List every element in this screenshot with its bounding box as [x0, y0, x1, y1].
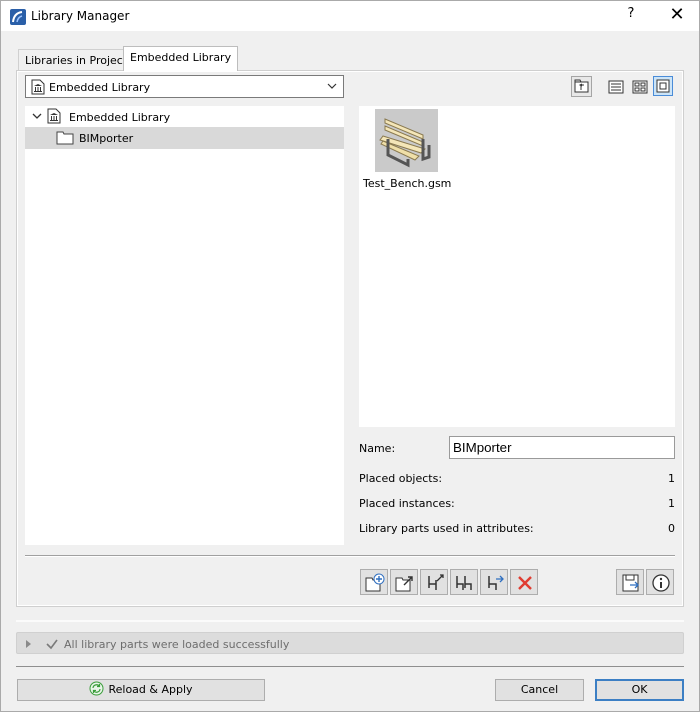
folder-add-icon: [365, 573, 385, 592]
chair-move-icon: [488, 575, 504, 590]
go-up-folder-button[interactable]: [571, 76, 592, 97]
bench-thumbnail-icon[interactable]: [375, 109, 438, 172]
ok-button[interactable]: OK: [595, 679, 684, 701]
placed-instances-label: Placed instances:: [359, 497, 455, 510]
chevron-down-icon[interactable]: [32, 111, 42, 121]
list-view-button[interactable]: [606, 77, 626, 97]
window-title: Library Manager: [31, 9, 130, 23]
tree-item-embedded-library[interactable]: Embedded Library: [25, 106, 344, 128]
folder-export-icon: [395, 576, 413, 592]
small-icons-view-button[interactable]: [630, 77, 650, 97]
name-label: Name:: [359, 442, 396, 455]
help-button[interactable]: ?: [621, 6, 641, 21]
cancel-button[interactable]: Cancel: [495, 679, 584, 701]
delete-button[interactable]: [510, 569, 538, 595]
duplicate-objects-button[interactable]: [450, 569, 478, 595]
title-bar: Library Manager ? ✕: [0, 0, 700, 31]
list-view-icon: [608, 80, 624, 94]
chevron-down-icon: [327, 83, 337, 89]
checkmark-icon: [46, 639, 58, 650]
close-button[interactable]: ✕: [665, 4, 689, 25]
delete-x-icon: [518, 576, 532, 590]
status-text: All library parts were loaded successful…: [64, 638, 290, 651]
preview-item-label: Test_Bench.gsm: [363, 177, 452, 190]
placed-objects-label: Placed objects:: [359, 472, 443, 485]
embedded-library-icon: [31, 79, 45, 95]
folder-icon: [56, 131, 74, 145]
library-tree[interactable]: Embedded Library BIMporter: [25, 106, 344, 545]
panel-divider-highlight: [25, 556, 675, 557]
archicad-app-icon: [10, 9, 26, 25]
attribute-parts-label: Library parts used in attributes:: [359, 522, 534, 535]
folder-up-icon: [574, 79, 589, 93]
large-icons-view-button[interactable]: [653, 76, 673, 96]
move-objects-button[interactable]: [480, 569, 508, 595]
name-field[interactable]: [449, 436, 675, 459]
reload-apply-button[interactable]: Reload & Apply: [17, 679, 265, 701]
attribute-parts-value: 0: [668, 522, 675, 535]
export-button[interactable]: [390, 569, 418, 595]
library-select-value: Embedded Library: [49, 81, 151, 94]
tree-item-label: BIMporter: [79, 132, 134, 145]
tab-embedded-library[interactable]: Embedded Library: [123, 46, 239, 71]
status-bar[interactable]: All library parts were loaded successful…: [16, 632, 684, 654]
add-library-part-button[interactable]: [360, 569, 388, 595]
library-select[interactable]: Embedded Library: [25, 75, 344, 98]
save-button[interactable]: [616, 569, 644, 595]
grid-view-icon: [632, 80, 648, 94]
chairs-icon: [456, 576, 472, 590]
expand-triangle-icon[interactable]: [25, 639, 33, 649]
section-divider: [16, 620, 684, 622]
chair-export-icon: [428, 574, 444, 590]
embedded-library-icon: [47, 108, 61, 124]
placed-instances-value: 1: [668, 497, 675, 510]
footer-divider: [16, 666, 684, 667]
info-button[interactable]: [646, 569, 674, 595]
tree-item-label: Embedded Library: [69, 111, 171, 124]
reload-icon: [89, 681, 104, 696]
save-icon: [622, 574, 639, 592]
preview-pane: Test_Bench.gsm: [359, 106, 675, 427]
export-objects-button[interactable]: [420, 569, 448, 595]
info-icon: [652, 574, 670, 592]
placed-objects-value: 1: [668, 472, 675, 485]
reload-apply-label: Reload & Apply: [108, 683, 193, 696]
tab-libraries-in-project[interactable]: Libraries in Project: [18, 49, 135, 70]
large-icon-view-icon: [656, 79, 670, 93]
tree-item-bimporter[interactable]: BIMporter: [25, 127, 344, 149]
